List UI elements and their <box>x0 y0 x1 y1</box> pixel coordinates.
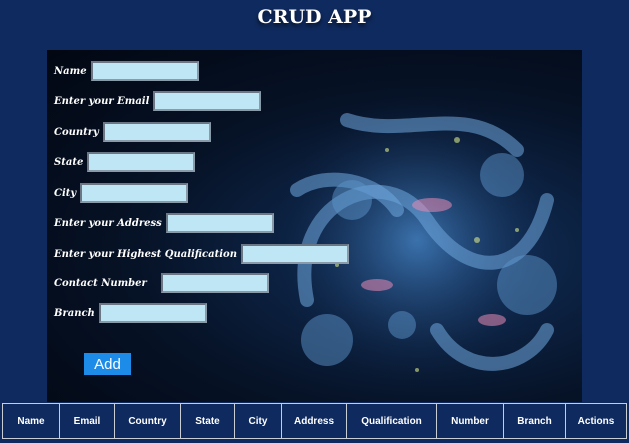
city-input[interactable] <box>80 183 189 203</box>
field-label: State <box>54 156 84 168</box>
field-contact-number: Contact Number <box>54 272 269 294</box>
page-title: CRUD APP <box>257 6 372 28</box>
column-header: Actions <box>577 415 615 427</box>
decorative-swirl-art <box>267 90 567 390</box>
table-header: Name Email Country State City Address Qu… <box>2 403 627 439</box>
field-label: City <box>54 187 77 199</box>
column-header: Qualification <box>347 404 437 438</box>
column-header: Email <box>60 404 115 438</box>
field-label: Enter your Address <box>54 217 162 229</box>
field-qualification: Enter your Highest Qualification <box>54 243 349 265</box>
add-button[interactable]: Add <box>84 353 131 375</box>
country-input[interactable] <box>102 122 211 142</box>
field-address: Enter your Address <box>54 212 274 234</box>
column-header: Number <box>437 404 504 438</box>
column-header: Branch <box>504 404 566 438</box>
form-panel: Name Enter your Email Country State City… <box>47 50 582 402</box>
field-label: Enter your Highest Qualification <box>54 248 237 260</box>
field-label: Name <box>54 65 87 77</box>
column-header: State <box>181 404 235 438</box>
column-header: City <box>235 404 282 438</box>
name-input[interactable] <box>90 61 199 81</box>
email-input[interactable] <box>153 91 262 111</box>
field-label: Country <box>54 126 99 138</box>
field-city: City <box>54 182 189 204</box>
contact-number-input[interactable] <box>160 273 269 293</box>
address-input[interactable] <box>165 213 274 233</box>
branch-input[interactable] <box>98 303 207 323</box>
field-label: Contact Number <box>54 277 147 289</box>
field-email: Enter your Email <box>54 90 262 112</box>
field-label: Branch <box>54 307 95 319</box>
column-header: Country <box>115 404 181 438</box>
column-header: Address <box>282 404 347 438</box>
state-input[interactable] <box>87 152 196 172</box>
field-name: Name <box>54 60 199 82</box>
field-country: Country <box>54 121 211 143</box>
field-branch: Branch <box>54 302 207 324</box>
field-state: State <box>54 151 196 173</box>
column-header: Name <box>3 404 60 438</box>
qualification-input[interactable] <box>240 244 349 264</box>
field-label: Enter your Email <box>54 95 150 107</box>
